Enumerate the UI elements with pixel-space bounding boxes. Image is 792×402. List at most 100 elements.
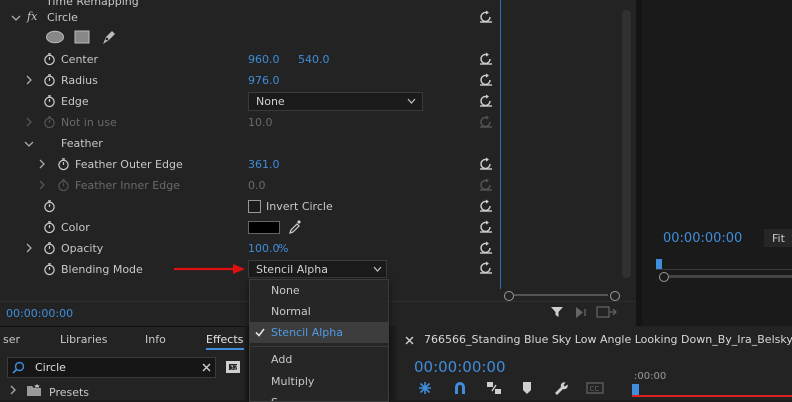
svg-text:32: 32 — [230, 365, 238, 372]
wrench-icon[interactable] — [553, 381, 569, 395]
feather-outer-label: Feather Outer Edge — [75, 158, 183, 171]
zoom-handle-left[interactable] — [659, 272, 669, 282]
filter-icon[interactable] — [550, 305, 564, 319]
feather-outer-value[interactable]: 361.0 — [248, 158, 280, 171]
row-edge: Edge None — [0, 91, 500, 112]
add-marker-icon[interactable] — [522, 381, 532, 395]
timeline-playhead[interactable] — [632, 384, 639, 395]
stopwatch-icon[interactable] — [43, 220, 56, 234]
menu-item-normal[interactable]: Normal — [250, 301, 388, 322]
blending-mode-dropdown[interactable]: Stencil Alpha — [248, 260, 387, 278]
reset-icon[interactable] — [479, 10, 493, 24]
reset-icon[interactable] — [479, 94, 493, 108]
sequence-name[interactable]: 766566_Standing Blue Sky Low Angle Looki… — [424, 333, 792, 346]
ec-scrollbar[interactable] — [622, 10, 631, 278]
reset-icon[interactable] — [479, 220, 493, 234]
tab-partial[interactable]: ser — [3, 333, 20, 346]
tab-effects[interactable]: Effects — [206, 333, 243, 346]
feather-inner-value: 0.0 — [248, 179, 266, 192]
stopwatch-icon[interactable] — [43, 52, 56, 66]
reset-icon[interactable] — [479, 199, 493, 213]
reset-icon[interactable] — [479, 52, 493, 66]
radius-value[interactable]: 976.0 — [248, 74, 280, 87]
work-area-bar[interactable] — [632, 395, 792, 397]
menu-item-add[interactable]: Add — [250, 349, 388, 370]
timeline-timecode[interactable]: 00:00:00:00 — [414, 358, 506, 376]
stopwatch-icon — [58, 179, 69, 192]
row-feather-outer-edge: Feather Outer Edge 361.0 — [0, 154, 500, 175]
program-playhead[interactable] — [656, 259, 662, 269]
play-audio-icon[interactable] — [574, 306, 588, 319]
ellipse-mask-icon[interactable] — [45, 30, 65, 44]
rectangle-mask-icon[interactable] — [74, 30, 90, 45]
checkmark-icon — [255, 328, 265, 337]
reset-icon[interactable] — [479, 241, 493, 255]
chevron-right-icon[interactable] — [37, 157, 47, 171]
active-tab-indicator — [206, 348, 244, 350]
edge-dropdown[interactable]: None — [248, 92, 423, 111]
presets-label[interactable]: Presets — [49, 386, 89, 399]
center-y-value[interactable]: 540.0 — [298, 53, 330, 66]
chevron-right-icon[interactable] — [24, 73, 34, 87]
menu-item-stencil-alpha[interactable]: Stencil Alpha — [250, 322, 388, 343]
effect-header-circle[interactable]: fx Circle — [0, 7, 500, 28]
ec-zoom-bar[interactable] — [500, 289, 622, 301]
zoom-handle-left[interactable] — [504, 291, 514, 301]
close-icon[interactable] — [202, 363, 211, 372]
effect-name: Circle — [47, 11, 78, 24]
blending-mode-label: Blending Mode — [61, 263, 143, 276]
menu-item-label: S — [271, 396, 278, 401]
new-bin-icon[interactable]: 32 — [225, 358, 243, 374]
menu-item-none[interactable]: None — [250, 280, 388, 301]
reset-icon[interactable] — [479, 73, 493, 87]
program-timecode[interactable]: 00:00:00:00 — [663, 231, 742, 246]
tab-info[interactable]: Info — [145, 333, 166, 346]
color-swatch[interactable] — [248, 221, 280, 234]
linked-selection-icon[interactable] — [486, 381, 502, 395]
reset-icon[interactable] — [479, 157, 493, 171]
chevron-right-icon[interactable] — [24, 241, 34, 255]
chevron-down-icon — [407, 98, 416, 104]
chevron-down-icon[interactable] — [11, 11, 21, 25]
invert-circle-checkbox[interactable] — [248, 200, 261, 213]
stopwatch-icon[interactable] — [43, 241, 56, 255]
program-zoom-bar[interactable] — [656, 272, 792, 282]
menu-item-label: Multiply — [271, 375, 315, 388]
stopwatch-icon[interactable] — [43, 262, 56, 276]
stopwatch-icon[interactable] — [57, 157, 70, 171]
effects-search-field[interactable]: Circle — [7, 357, 216, 378]
snap-magnet-icon[interactable] — [453, 381, 467, 395]
stopwatch-icon[interactable] — [43, 73, 56, 87]
pen-mask-icon[interactable] — [100, 28, 118, 46]
close-icon[interactable] — [405, 336, 414, 345]
reset-icon[interactable] — [479, 261, 493, 275]
opacity-value[interactable]: 100.0 — [248, 242, 280, 255]
color-label: Color — [61, 221, 90, 234]
chevron-right-icon[interactable] — [9, 384, 17, 396]
eyedropper-icon[interactable] — [288, 219, 302, 235]
snap-nest-icon[interactable] — [418, 381, 432, 395]
edge-label: Edge — [61, 95, 89, 108]
opacity-unit: % — [278, 242, 289, 255]
stopwatch-icon[interactable] — [43, 199, 56, 213]
menu-item-multiply[interactable]: Multiply — [250, 371, 388, 392]
tab-libraries[interactable]: Libraries — [60, 333, 108, 346]
divider — [0, 326, 245, 327]
row-feather-inner-edge: Feather Inner Edge 0.0 — [0, 175, 500, 196]
captions-icon[interactable]: CC — [586, 382, 604, 394]
effects-search-input[interactable]: Circle — [35, 361, 66, 374]
ec-timecode[interactable]: 00:00:00:00 — [6, 307, 73, 320]
chevron-down-icon[interactable] — [24, 137, 34, 151]
row-not-in-use: Not in use 10.0 — [0, 112, 500, 133]
folder-icon — [27, 384, 41, 396]
row-feather[interactable]: Feather — [0, 133, 500, 154]
stopwatch-icon[interactable] — [43, 94, 56, 108]
row-blending-mode: Blending Mode Stencil Alpha — [0, 259, 500, 280]
zoom-handle-right[interactable] — [610, 291, 620, 301]
fit-dropdown[interactable]: Fit — [764, 229, 792, 247]
row-color: Color — [0, 217, 500, 238]
export-icon[interactable] — [596, 306, 618, 319]
program-ruler — [656, 269, 792, 270]
invert-circle-label: Invert Circle — [266, 200, 333, 213]
center-x-value[interactable]: 960.0 — [248, 53, 280, 66]
